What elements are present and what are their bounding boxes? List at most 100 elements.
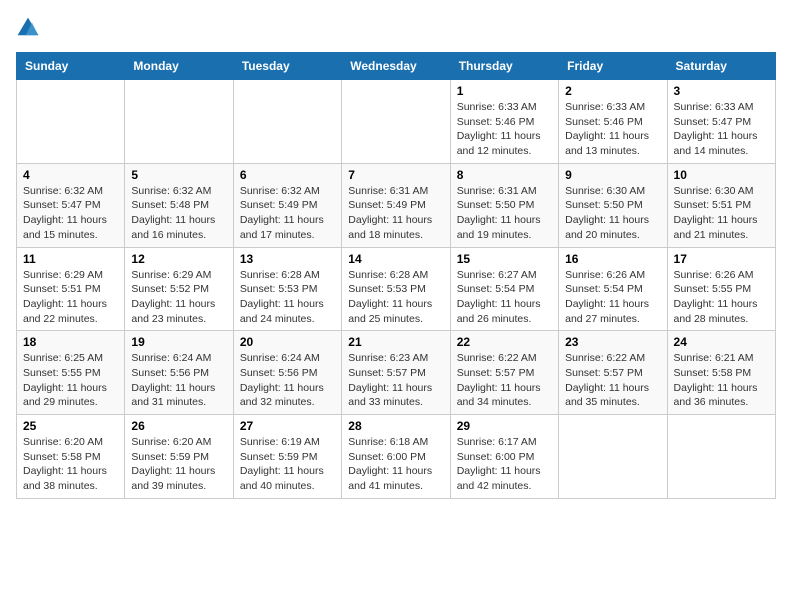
calendar-cell: 24 Sunrise: 6:21 AMSunset: 5:58 PMDayligh…	[667, 331, 775, 415]
calendar-cell	[233, 80, 341, 164]
calendar-cell: 19 Sunrise: 6:24 AMSunset: 5:56 PMDayligh…	[125, 331, 233, 415]
calendar-cell	[559, 415, 667, 499]
calendar-week-1: 1 Sunrise: 6:33 AMSunset: 5:46 PMDaylight…	[17, 80, 776, 164]
day-info: Sunrise: 6:30 AMSunset: 5:50 PMDaylight:…	[565, 184, 660, 243]
day-number: 10	[674, 168, 769, 182]
calendar-week-5: 25Sunrise: 6:20 AMSunset: 5:58 PMDayligh…	[17, 415, 776, 499]
day-number: 24	[674, 335, 769, 349]
weekday-header-tuesday: Tuesday	[233, 53, 341, 80]
day-info: Sunrise: 6:24 AMSunset: 5:56 PMDaylight:…	[131, 351, 226, 410]
day-number: 1	[457, 84, 552, 98]
weekday-header-thursday: Thursday	[450, 53, 558, 80]
calendar-cell: 3Sunrise: 6:33 AMSunset: 5:47 PMDaylight…	[667, 80, 775, 164]
day-number: 13	[240, 252, 335, 266]
day-number: 4	[23, 168, 118, 182]
weekday-header-friday: Friday	[559, 53, 667, 80]
calendar-cell: 27Sunrise: 6:19 AMSunset: 5:59 PMDayligh…	[233, 415, 341, 499]
day-number: 9	[565, 168, 660, 182]
calendar-cell: 14 Sunrise: 6:28 AMSunset: 5:53 PMDayligh…	[342, 247, 450, 331]
day-number: 3	[674, 84, 769, 98]
day-info: Sunrise: 6:25 AMSunset: 5:55 PMDaylight:…	[23, 351, 118, 410]
day-number: 17	[674, 252, 769, 266]
weekday-row: SundayMondayTuesdayWednesdayThursdayFrid…	[17, 53, 776, 80]
calendar-cell: 25Sunrise: 6:20 AMSunset: 5:58 PMDayligh…	[17, 415, 125, 499]
calendar-cell: 18 Sunrise: 6:25 AMSunset: 5:55 PMDayligh…	[17, 331, 125, 415]
day-info: Sunrise: 6:23 AMSunset: 5:57 PMDaylight:…	[348, 351, 443, 410]
day-info: Sunrise: 6:22 AMSunset: 5:57 PMDaylight:…	[565, 351, 660, 410]
calendar-cell: 2 Sunrise: 6:33 AMSunset: 5:46 PMDaylight…	[559, 80, 667, 164]
day-info: Sunrise: 6:26 AMSunset: 5:55 PMDaylight:…	[674, 268, 769, 327]
calendar-cell: 4 Sunrise: 6:32 AMSunset: 5:47 PMDaylight…	[17, 163, 125, 247]
calendar-cell: 1 Sunrise: 6:33 AMSunset: 5:46 PMDaylight…	[450, 80, 558, 164]
calendar-week-2: 4 Sunrise: 6:32 AMSunset: 5:47 PMDaylight…	[17, 163, 776, 247]
calendar-cell: 5 Sunrise: 6:32 AMSunset: 5:48 PMDaylight…	[125, 163, 233, 247]
calendar-cell: 26 Sunrise: 6:20 AMSunset: 5:59 PMDayligh…	[125, 415, 233, 499]
day-number: 23	[565, 335, 660, 349]
day-number: 8	[457, 168, 552, 182]
day-info: Sunrise: 6:18 AMSunset: 6:00 PMDaylight:…	[348, 435, 443, 494]
calendar-body: 1 Sunrise: 6:33 AMSunset: 5:46 PMDaylight…	[17, 80, 776, 499]
calendar-cell: 9 Sunrise: 6:30 AMSunset: 5:50 PMDaylight…	[559, 163, 667, 247]
day-info: Sunrise: 6:20 AMSunset: 5:59 PMDaylight:…	[131, 435, 226, 494]
day-number: 20	[240, 335, 335, 349]
day-number: 5	[131, 168, 226, 182]
calendar-cell	[342, 80, 450, 164]
day-info: Sunrise: 6:32 AMSunset: 5:48 PMDaylight:…	[131, 184, 226, 243]
weekday-header-monday: Monday	[125, 53, 233, 80]
day-number: 15	[457, 252, 552, 266]
day-number: 2	[565, 84, 660, 98]
calendar-cell	[125, 80, 233, 164]
day-number: 11	[23, 252, 118, 266]
day-info: Sunrise: 6:20 AMSunset: 5:58 PMDaylight:…	[23, 435, 118, 494]
day-info: Sunrise: 6:28 AMSunset: 5:53 PMDaylight:…	[348, 268, 443, 327]
day-number: 22	[457, 335, 552, 349]
weekday-header-saturday: Saturday	[667, 53, 775, 80]
calendar-header: SundayMondayTuesdayWednesdayThursdayFrid…	[17, 53, 776, 80]
day-info: Sunrise: 6:22 AMSunset: 5:57 PMDaylight:…	[457, 351, 552, 410]
calendar-table: SundayMondayTuesdayWednesdayThursdayFrid…	[16, 52, 776, 499]
day-number: 18	[23, 335, 118, 349]
calendar-cell: 22 Sunrise: 6:22 AMSunset: 5:57 PMDayligh…	[450, 331, 558, 415]
day-number: 14	[348, 252, 443, 266]
day-info: Sunrise: 6:33 AMSunset: 5:46 PMDaylight:…	[565, 100, 660, 159]
logo-icon	[16, 16, 40, 40]
day-info: Sunrise: 6:17 AMSunset: 6:00 PMDaylight:…	[457, 435, 552, 494]
day-number: 12	[131, 252, 226, 266]
day-info: Sunrise: 6:32 AMSunset: 5:47 PMDaylight:…	[23, 184, 118, 243]
calendar-cell: 8 Sunrise: 6:31 AMSunset: 5:50 PMDaylight…	[450, 163, 558, 247]
day-info: Sunrise: 6:28 AMSunset: 5:53 PMDaylight:…	[240, 268, 335, 327]
calendar-cell: 23 Sunrise: 6:22 AMSunset: 5:57 PMDayligh…	[559, 331, 667, 415]
day-info: Sunrise: 6:26 AMSunset: 5:54 PMDaylight:…	[565, 268, 660, 327]
calendar-cell: 15 Sunrise: 6:27 AMSunset: 5:54 PMDayligh…	[450, 247, 558, 331]
day-number: 16	[565, 252, 660, 266]
day-info: Sunrise: 6:29 AMSunset: 5:52 PMDaylight:…	[131, 268, 226, 327]
day-info: Sunrise: 6:29 AMSunset: 5:51 PMDaylight:…	[23, 268, 118, 327]
calendar-cell: 6Sunrise: 6:32 AMSunset: 5:49 PMDaylight…	[233, 163, 341, 247]
calendar-cell: 17 Sunrise: 6:26 AMSunset: 5:55 PMDayligh…	[667, 247, 775, 331]
weekday-header-sunday: Sunday	[17, 53, 125, 80]
calendar-week-3: 11 Sunrise: 6:29 AMSunset: 5:51 PMDayligh…	[17, 247, 776, 331]
weekday-header-wednesday: Wednesday	[342, 53, 450, 80]
day-info: Sunrise: 6:27 AMSunset: 5:54 PMDaylight:…	[457, 268, 552, 327]
day-info: Sunrise: 6:31 AMSunset: 5:50 PMDaylight:…	[457, 184, 552, 243]
day-info: Sunrise: 6:21 AMSunset: 5:58 PMDaylight:…	[674, 351, 769, 410]
calendar-cell: 10 Sunrise: 6:30 AMSunset: 5:51 PMDayligh…	[667, 163, 775, 247]
calendar-cell: 11 Sunrise: 6:29 AMSunset: 5:51 PMDayligh…	[17, 247, 125, 331]
calendar-cell	[17, 80, 125, 164]
day-number: 27	[240, 419, 335, 433]
calendar-cell: 21 Sunrise: 6:23 AMSunset: 5:57 PMDayligh…	[342, 331, 450, 415]
calendar-cell: 28Sunrise: 6:18 AMSunset: 6:00 PMDayligh…	[342, 415, 450, 499]
day-info: Sunrise: 6:33 AMSunset: 5:46 PMDaylight:…	[457, 100, 552, 159]
calendar-cell: 16 Sunrise: 6:26 AMSunset: 5:54 PMDayligh…	[559, 247, 667, 331]
day-number: 19	[131, 335, 226, 349]
calendar-cell: 29Sunrise: 6:17 AMSunset: 6:00 PMDayligh…	[450, 415, 558, 499]
day-info: Sunrise: 6:30 AMSunset: 5:51 PMDaylight:…	[674, 184, 769, 243]
calendar-cell: 7Sunrise: 6:31 AMSunset: 5:49 PMDaylight…	[342, 163, 450, 247]
calendar-cell: 20Sunrise: 6:24 AMSunset: 5:56 PMDayligh…	[233, 331, 341, 415]
logo	[16, 16, 44, 40]
day-number: 21	[348, 335, 443, 349]
day-info: Sunrise: 6:31 AMSunset: 5:49 PMDaylight:…	[348, 184, 443, 243]
calendar-cell: 12 Sunrise: 6:29 AMSunset: 5:52 PMDayligh…	[125, 247, 233, 331]
day-number: 26	[131, 419, 226, 433]
calendar-cell	[667, 415, 775, 499]
